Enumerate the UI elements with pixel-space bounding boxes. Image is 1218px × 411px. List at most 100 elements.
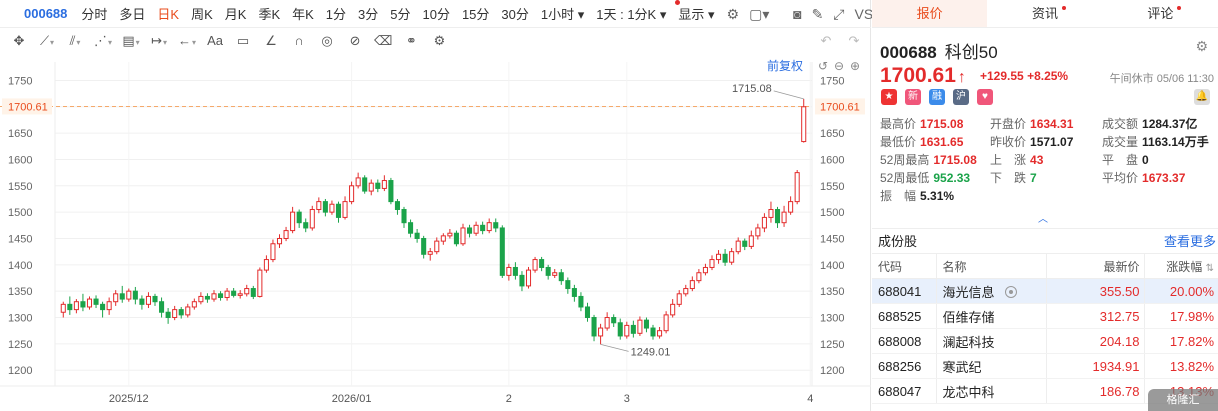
eye-icon[interactable]: ◎ xyxy=(318,32,336,50)
delete-icon[interactable]: ⌫ xyxy=(374,32,392,50)
period-11[interactable]: 15分 xyxy=(462,4,489,23)
reset-icon[interactable]: ↺ xyxy=(818,59,828,73)
candle-body xyxy=(204,295,210,300)
y-tick-right: 1250 xyxy=(820,339,844,351)
tab-news[interactable]: 资讯 xyxy=(987,0,1102,27)
table-row[interactable]: 688041 海光信息 355.50 20.00% xyxy=(872,278,1218,304)
link-icon[interactable]: ⚭ xyxy=(402,32,420,50)
row-name: 寒武纪 xyxy=(935,353,1046,379)
candle-body xyxy=(624,324,630,337)
wave-tool-icon[interactable]: ⋰▾ xyxy=(94,32,112,50)
period-12[interactable]: 30分 xyxy=(501,4,528,23)
channel-tool-icon[interactable]: ⫽▾ xyxy=(66,32,84,50)
candle-body xyxy=(768,209,774,218)
expand-icon[interactable]: ⤢ xyxy=(833,6,844,22)
col-pct[interactable]: 涨跌幅 ⇅ xyxy=(1143,253,1218,279)
zoom-in-icon[interactable]: ⊕ xyxy=(850,59,860,73)
candle-body xyxy=(532,259,538,271)
period-2[interactable]: 日K xyxy=(157,4,179,23)
y-tick-right: 1600 xyxy=(820,154,844,166)
candle-body xyxy=(788,201,794,213)
candle-body xyxy=(571,288,577,297)
period-4[interactable]: 月K xyxy=(225,4,247,23)
settings-icon[interactable]: ⚙ xyxy=(430,32,448,50)
bell-icon[interactable]: 🔔 xyxy=(1194,89,1210,105)
watch-eye-icon[interactable] xyxy=(1004,285,1017,298)
col-price[interactable]: 最新价 xyxy=(1045,253,1144,279)
candle-body xyxy=(473,224,479,234)
stock-code[interactable]: 000688 xyxy=(24,6,67,21)
candle-body xyxy=(198,295,204,303)
period-0[interactable]: 分时 xyxy=(81,4,107,23)
period-3[interactable]: 周K xyxy=(191,4,213,23)
current-price-left: 1700.61 xyxy=(8,101,48,113)
pen-icon[interactable]: ✎ xyxy=(812,6,824,22)
expand-chevron-icon[interactable]: ︿ xyxy=(1038,210,1048,225)
line-tool-icon[interactable]: ⟋▾ xyxy=(38,32,56,50)
undo-icon[interactable]: ↶ xyxy=(817,32,835,50)
quote-header: 000688 科创50 ⚙ 1700.61 ↑ +129.55 +8.25% 午间休… xyxy=(872,28,1218,87)
favorite-heart-icon[interactable]: ♥ xyxy=(977,89,993,105)
settings-gear-icon[interactable]: ⚙ xyxy=(727,6,740,22)
display-button[interactable]: 显示 ▾ xyxy=(675,0,715,23)
row-pct: 17.82% xyxy=(1143,328,1218,354)
period-5[interactable]: 季K xyxy=(258,4,280,23)
magnet-icon[interactable]: ∩ xyxy=(290,32,308,50)
see-more-link[interactable]: 查看更多 xyxy=(1164,229,1216,254)
fib-tool-icon[interactable]: ▤▾ xyxy=(122,32,140,50)
table-row[interactable]: 688525 佰维存储 312.75 17.98% xyxy=(872,303,1218,329)
candle-body xyxy=(375,182,381,189)
crosshair-icon[interactable]: ✥ xyxy=(10,32,28,50)
stat-item: 下 跌7 xyxy=(990,171,1037,185)
candle-body xyxy=(401,209,407,224)
candle-body xyxy=(60,303,66,313)
candle-body xyxy=(237,293,243,296)
candle-body xyxy=(598,327,604,337)
candle-body xyxy=(716,253,722,261)
candle-body xyxy=(755,227,761,237)
row-price: 186.78 xyxy=(1045,378,1144,404)
candle-body xyxy=(322,201,328,213)
col-code[interactable]: 代码 xyxy=(872,253,936,279)
tab-quote[interactable]: 报价 xyxy=(872,0,988,27)
period-6[interactable]: 年K xyxy=(292,4,314,23)
period-1[interactable]: 多日 xyxy=(119,4,145,23)
period-13[interactable]: 1小时 ▾ xyxy=(541,4,584,23)
measure-tool-icon[interactable]: ↦▾ xyxy=(150,32,168,50)
period-7[interactable]: 1分 xyxy=(326,4,346,23)
candle-body xyxy=(218,293,224,298)
candle-body xyxy=(67,303,73,311)
period-list: 分时 多日 日K 周K 月K 季K 年K 1分 3分 5分 10分 15分 30分 1小时 ▾ xyxy=(81,4,596,23)
angle-icon[interactable]: ∠ xyxy=(262,32,280,50)
camera-icon[interactable]: ◙ xyxy=(793,6,801,22)
candle-body xyxy=(381,180,387,189)
kline-chart[interactable]: 前复权↺⊖⊕1750175017001700165016501600160015… xyxy=(0,54,871,411)
zoom-out-icon[interactable]: ⊖ xyxy=(834,59,844,73)
col-name[interactable]: 名称 xyxy=(935,253,1046,279)
tab-comments[interactable]: 评论 xyxy=(1103,0,1218,27)
panel-name: 科创50 xyxy=(944,43,998,62)
candle-body xyxy=(126,290,132,300)
time-select[interactable]: 1天 : 1分K ▾ xyxy=(596,4,666,23)
current-price-right: 1700.61 xyxy=(820,101,860,113)
y-tick-left: 1250 xyxy=(8,339,32,351)
redo-icon[interactable]: ↷ xyxy=(845,32,863,50)
gear-icon[interactable]: ⚙ xyxy=(1195,38,1208,55)
square-icon[interactable]: ▢▾ xyxy=(749,6,769,22)
restore-label[interactable]: 前复权 xyxy=(767,58,803,73)
comment-icon[interactable]: ▭ xyxy=(234,32,252,50)
candle-body xyxy=(113,293,119,303)
tab-comments-label: 评论 xyxy=(1147,6,1174,21)
vs-button[interactable]: VS xyxy=(855,6,874,22)
hide-icon[interactable]: ⊘ xyxy=(346,32,364,50)
text-tool-icon[interactable]: Aa xyxy=(206,32,224,50)
period-8[interactable]: 3分 xyxy=(358,4,378,23)
table-row[interactable]: 688008 澜起科技 204.18 17.82% xyxy=(872,328,1218,354)
candle-body xyxy=(722,253,728,263)
constituents-header: 成份股 查看更多 xyxy=(872,228,1218,253)
period-10[interactable]: 10分 xyxy=(422,4,449,23)
arrow-tool-icon[interactable]: ←▾ xyxy=(178,32,196,50)
table-row[interactable]: 688256 寒武纪 1934.91 13.82% xyxy=(872,353,1218,379)
period-9[interactable]: 5分 xyxy=(390,4,410,23)
candle-body xyxy=(735,240,741,253)
